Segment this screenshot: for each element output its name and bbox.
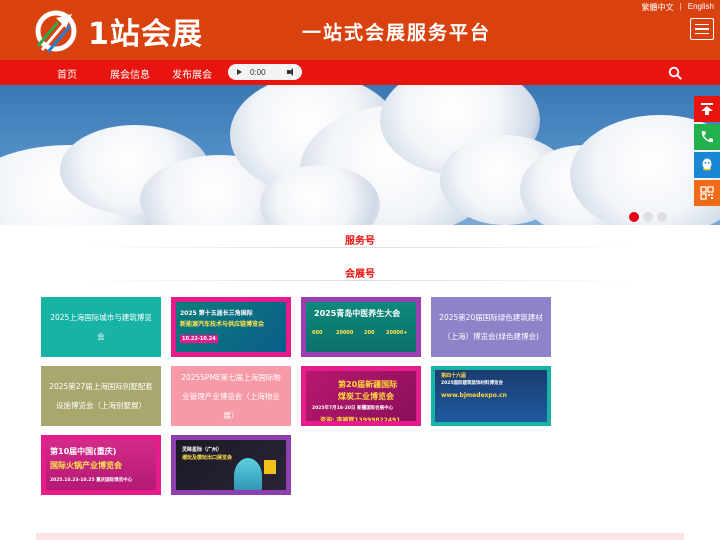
divider xyxy=(80,247,640,248)
hero-banner[interactable] xyxy=(0,85,720,225)
expo-card[interactable]: 第20届新疆国际 煤炭工业博览会 2025年7月18-20日 新疆国际会展中心 … xyxy=(301,366,421,426)
audio-player: 0:00 xyxy=(228,64,302,80)
lang-separator: | xyxy=(679,2,682,11)
expo-card-image: 第10届中国(重庆) 国际火锅产业博览会 2025.10.23-10.25 重庆… xyxy=(46,440,156,490)
lang-english-link[interactable]: English xyxy=(688,2,714,13)
expo-card-image: 灵眸星际（广州） 潮玩及模玩出口展览会 xyxy=(176,440,286,490)
qq-button[interactable] xyxy=(694,152,720,178)
play-icon[interactable] xyxy=(237,69,242,75)
expo-card[interactable]: 第四十六届 2025国际建筑装饰材料博览会 www.bjmedexpo.cn xyxy=(431,366,551,426)
phone-icon xyxy=(701,131,713,143)
main-nav: 首页 展会信息 发布展会 xyxy=(0,60,720,85)
expo-card[interactable]: 2025第27届上海国际别墅配套设施博览会（上海别墅展） xyxy=(41,366,161,426)
expo-card[interactable]: 2025上海国际城市与建筑博览会 xyxy=(41,297,161,357)
nav-item-home[interactable]: 首页 xyxy=(57,66,77,81)
hamburger-menu-icon[interactable] xyxy=(690,18,714,40)
nav-item-expo-info[interactable]: 展会信息 xyxy=(110,66,150,81)
logo-mark-icon xyxy=(35,10,77,53)
back-to-top-button[interactable] xyxy=(694,96,720,122)
qr-code-icon xyxy=(700,186,714,200)
expo-card-image: 第四十六届 2025国际建筑装饰材料博览会 www.bjmedexpo.cn xyxy=(435,370,547,422)
phone-button[interactable] xyxy=(694,124,720,150)
section-title-expo: 会展号 xyxy=(345,269,375,280)
nav-item-publish-expo[interactable]: 发布展会 xyxy=(172,66,212,81)
qq-icon xyxy=(702,158,712,171)
lang-traditional-link[interactable]: 繁體中文 xyxy=(642,2,674,13)
expo-card-title: 2025上海国际城市与建筑博览会 xyxy=(50,313,152,341)
carousel-dot[interactable] xyxy=(657,212,667,222)
expo-card[interactable]: 2025青岛中医养生大会 600 20000 200 20000+ xyxy=(301,297,421,357)
expo-card[interactable]: 2025SPME第七届上海国际物业管理产业博览会（上海物业展） xyxy=(171,366,291,426)
carousel-dot[interactable] xyxy=(643,212,653,222)
expo-card-image: 2025 第十五届长三角国际 新能源汽车技术与供应链博览会 10.22-10.2… xyxy=(176,302,286,352)
section-title-service: 服务号 xyxy=(345,236,375,247)
brand-name: 1站会展 xyxy=(88,17,203,52)
expo-card[interactable]: 2025第20届国际绿色建筑建材（上海）博览会(绿色建博会) xyxy=(431,297,551,357)
qr-code-button[interactable] xyxy=(694,180,720,206)
language-switcher: 繁體中文 | English xyxy=(642,2,714,13)
section-band xyxy=(36,533,684,540)
expo-card-title: 2025第27届上海国际别墅配套设施博览会（上海别墅展） xyxy=(49,382,153,410)
back-to-top-icon xyxy=(701,103,713,115)
carousel-dot[interactable] xyxy=(629,212,639,222)
expo-card-title: 2025第20届国际绿色建筑建材（上海）博览会(绿色建博会) xyxy=(439,313,543,341)
audio-time: 0:00 xyxy=(250,67,266,77)
logo[interactable]: 1站会展 xyxy=(34,8,214,54)
volume-icon[interactable] xyxy=(287,68,296,76)
expo-card-title: 2025SPME第七届上海国际物业管理产业博览会（上海物业展） xyxy=(181,372,281,420)
expo-card[interactable]: 第10届中国(重庆) 国际火锅产业博览会 2025.10.23-10.25 重庆… xyxy=(41,435,161,495)
divider xyxy=(80,280,640,281)
site-header: 1站会展 一站式会展服务平台 繁體中文 | English xyxy=(0,0,720,60)
expo-card[interactable]: 2025 第十五届长三角国际 新能源汽车技术与供应链博览会 10.22-10.2… xyxy=(171,297,291,357)
carousel-dots xyxy=(629,212,667,222)
expo-card-image: 2025青岛中医养生大会 600 20000 200 20000+ xyxy=(306,302,416,352)
expo-card-image: 第20届新疆国际 煤炭工业博览会 2025年7月18-20日 新疆国际会展中心 … xyxy=(306,371,416,421)
search-icon[interactable] xyxy=(668,66,682,80)
expo-card[interactable]: 灵眸星际（广州） 潮玩及模玩出口展览会 xyxy=(171,435,291,495)
side-toolbar xyxy=(694,96,720,208)
site-slogan: 一站式会展服务平台 xyxy=(302,22,492,44)
